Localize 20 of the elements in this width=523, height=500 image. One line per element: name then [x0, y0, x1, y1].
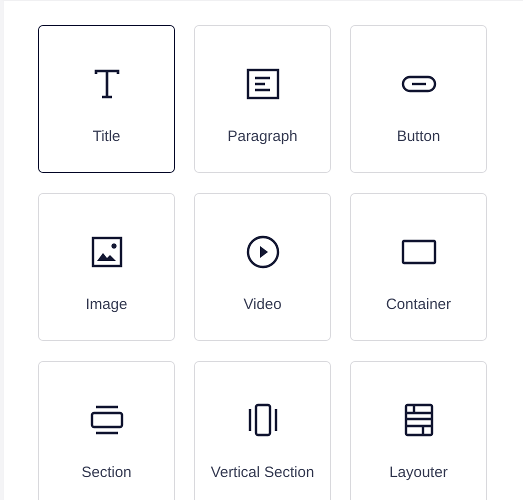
- tile-label: Vertical Section: [210, 464, 314, 481]
- tile-label: Image: [86, 296, 128, 313]
- element-tile[interactable]: Container: [350, 193, 487, 341]
- tile-label: Layouter: [389, 464, 448, 481]
- tile-label: Button: [396, 128, 440, 145]
- element-tile[interactable]: Section: [38, 361, 175, 500]
- element-tile[interactable]: Video: [194, 193, 331, 341]
- tile-label: Video: [243, 296, 282, 313]
- element-tile[interactable]: Paragraph: [194, 25, 331, 173]
- element-tile[interactable]: Image: [38, 193, 175, 341]
- tile-label: Paragraph: [227, 128, 298, 145]
- element-tile[interactable]: Button: [350, 25, 487, 173]
- paragraph-icon: [244, 66, 280, 102]
- element-tile[interactable]: Layouter: [350, 361, 487, 500]
- tile-label: Section: [81, 464, 132, 481]
- tile-label: Container: [386, 296, 452, 313]
- element-tile[interactable]: Vertical Section: [194, 361, 331, 500]
- play-icon: [244, 234, 280, 270]
- element-tile[interactable]: Title: [38, 25, 175, 173]
- tile-label: Title: [92, 128, 120, 145]
